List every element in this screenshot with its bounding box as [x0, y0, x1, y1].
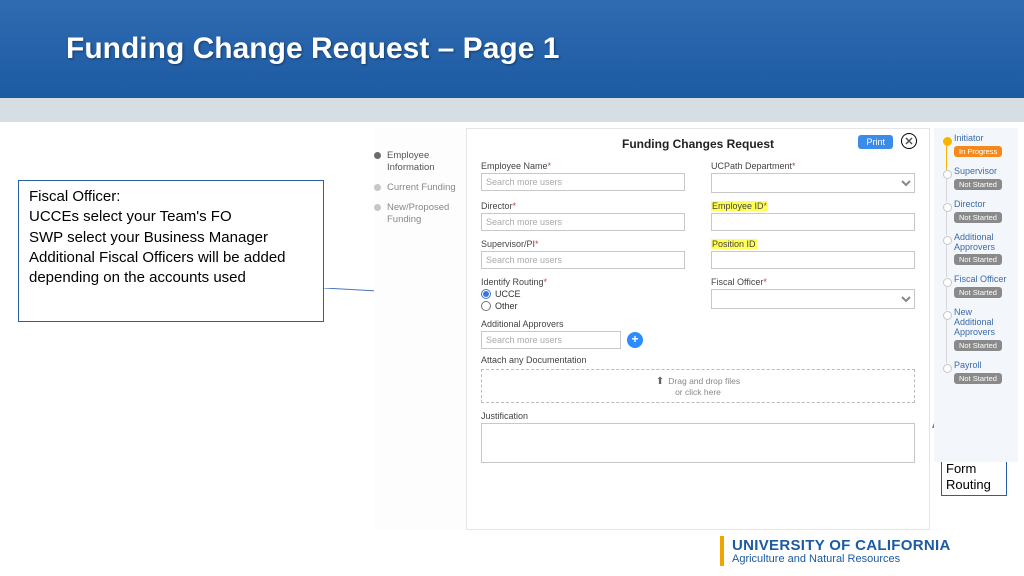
annotation-fiscal-officer: Fiscal Officer: UCCEs select your Team's… — [18, 180, 324, 322]
attachment-dropzone[interactable]: ⬆ Drag and drop files or click here — [481, 369, 915, 403]
print-button[interactable]: Print — [858, 135, 893, 149]
form-body: Funding Changes Request Print ✕ Employee… — [466, 128, 930, 530]
footer-accent-bar — [720, 536, 724, 566]
routing-step-additional-approvers: Additional Approvers Not Started — [940, 233, 1012, 266]
routing-step-initiator: Initiator In Progress — [940, 134, 1012, 157]
dropzone-line2: or click here — [675, 387, 721, 397]
nav-item-new-proposed-funding[interactable]: New/Proposed Funding — [374, 202, 462, 226]
title-divider — [0, 98, 1024, 122]
form-screenshot: Employee Information Current Funding New… — [374, 128, 930, 530]
additional-approvers-input[interactable] — [481, 331, 621, 349]
nav-dot-icon — [374, 152, 381, 159]
routing-step-name: Additional Approvers — [954, 233, 1012, 253]
supervisor-pi-input[interactable] — [481, 251, 685, 269]
nav-item-label: Current Funding — [387, 182, 456, 194]
status-badge: Not Started — [954, 340, 1002, 351]
close-icon[interactable]: ✕ — [901, 133, 917, 149]
employee-name-input[interactable] — [481, 173, 685, 191]
employee-id-input[interactable] — [711, 213, 915, 231]
routing-step-name: New Additional Approvers — [954, 308, 1012, 338]
footer-line1: UNIVERSITY OF CALIFORNIA — [732, 537, 951, 554]
slide: Funding Change Request – Page 1 Fiscal O… — [0, 0, 1024, 576]
footer-line2: Agriculture and Natural Resources — [732, 553, 951, 565]
page-title: Funding Change Request – Page 1 — [66, 32, 559, 66]
routing-step-name: Director — [954, 200, 1012, 210]
routing-step-new-additional-approvers: New Additional Approvers Not Started — [940, 308, 1012, 351]
routing-option-label: Other — [495, 301, 518, 311]
label-additional-approvers: Additional Approvers — [481, 319, 915, 329]
fiscal-officer-select[interactable] — [711, 289, 915, 309]
nav-dot-icon — [374, 184, 381, 191]
footer-logo: UNIVERSITY OF CALIFORNIA Agriculture and… — [720, 536, 951, 566]
status-badge: Not Started — [954, 179, 1002, 190]
routing-step-name: Initiator — [954, 134, 1012, 144]
routing-step-director: Director Not Started — [940, 200, 1012, 223]
label-supervisor-pi: Supervisor/PI — [481, 239, 685, 249]
justification-textarea[interactable] — [481, 423, 915, 463]
title-bar: Funding Change Request – Page 1 — [0, 0, 1024, 98]
routing-radio-other[interactable] — [481, 301, 491, 311]
routing-step-fiscal-officer: Fiscal Officer Not Started — [940, 275, 1012, 298]
form-title: Funding Changes Request — [622, 137, 774, 151]
status-badge: Not Started — [954, 373, 1002, 384]
form-step-nav: Employee Information Current Funding New… — [374, 150, 462, 233]
routing-option-other[interactable]: Other — [481, 301, 685, 311]
routing-step-name: Supervisor — [954, 167, 1012, 177]
director-input[interactable] — [481, 213, 685, 231]
nav-item-label: Employee Information — [387, 150, 462, 174]
status-badge: Not Started — [954, 254, 1002, 265]
identify-routing-group: UCCE Other — [481, 289, 685, 311]
label-fiscal-officer: Fiscal Officer — [711, 277, 915, 287]
label-ucpath-department: UCPath Department — [711, 161, 915, 171]
routing-option-label: UCCE — [495, 289, 521, 299]
label-employee-id: Employee ID — [711, 201, 915, 211]
footer-text: UNIVERSITY OF CALIFORNIA Agriculture and… — [732, 537, 951, 565]
label-employee-name: Employee Name — [481, 161, 685, 171]
dropzone-line1: Drag and drop files — [668, 376, 740, 386]
nav-item-label: New/Proposed Funding — [387, 202, 462, 226]
status-badge: Not Started — [954, 287, 1002, 298]
routing-step-name: Fiscal Officer — [954, 275, 1012, 285]
routing-step-payroll: Payroll Not Started — [940, 361, 1012, 384]
routing-radio-ucce[interactable] — [481, 289, 491, 299]
routing-option-ucce[interactable]: UCCE — [481, 289, 685, 299]
routing-step-supervisor: Supervisor Not Started — [940, 167, 1012, 190]
annotation-form-routing: Form Routing — [941, 458, 1007, 496]
label-position-id: Position ID — [711, 239, 915, 249]
label-identify-routing: Identify Routing — [481, 277, 685, 287]
form-header: Funding Changes Request Print ✕ — [481, 137, 915, 151]
label-justification: Justification — [481, 411, 915, 421]
position-id-input[interactable] — [711, 251, 915, 269]
label-attach-documentation: Attach any Documentation — [481, 355, 915, 365]
status-badge: Not Started — [954, 212, 1002, 223]
ucpath-department-select[interactable] — [711, 173, 915, 193]
nav-dot-icon — [374, 204, 381, 211]
routing-sidebar: Initiator In Progress Supervisor Not Sta… — [934, 128, 1018, 462]
upload-icon: ⬆ — [656, 376, 664, 387]
nav-item-employee-information[interactable]: Employee Information — [374, 150, 462, 174]
status-badge: In Progress — [954, 146, 1002, 157]
nav-item-current-funding[interactable]: Current Funding — [374, 182, 462, 194]
add-approver-button[interactable]: + — [627, 332, 643, 348]
label-director: Director — [481, 201, 685, 211]
routing-step-name: Payroll — [954, 361, 1012, 371]
